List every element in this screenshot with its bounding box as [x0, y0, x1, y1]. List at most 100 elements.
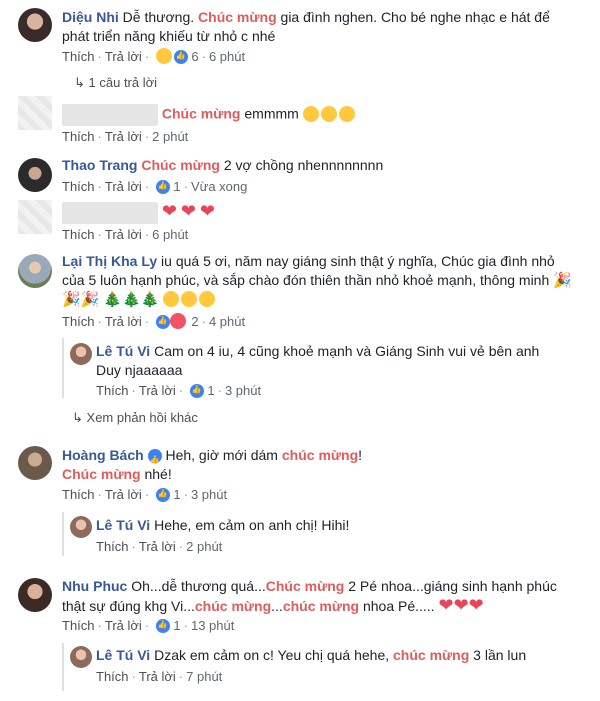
christmas-tree-emoji-icon: 🎄 [103, 291, 122, 308]
highlight-text[interactable]: chúc mừng [282, 447, 358, 463]
reply-link[interactable]: Trả lời [105, 227, 142, 242]
commenter-name[interactable]: Hoàng Bách [62, 447, 144, 463]
highlight-text[interactable]: Chúc mừng [198, 9, 277, 25]
highlight-text[interactable]: chúc mừng [195, 598, 271, 614]
reply-link[interactable]: Trả lời [105, 129, 142, 144]
reaction-count[interactable]: 1 [207, 383, 214, 398]
commenter-name[interactable]: Diệu Nhi [62, 9, 119, 25]
reply-actions: Thích · Trả lời · 7 phút [96, 669, 223, 684]
reply-link[interactable]: Trả lời [105, 179, 142, 194]
view-replies-link[interactable]: ↳ 1 câu trả lời [74, 75, 157, 91]
heart-emoji-icon: ❤ [199, 201, 215, 221]
reply-link[interactable]: Trả lời [105, 314, 142, 329]
reply-thread-line [62, 512, 64, 556]
reply-link[interactable]: Trả lời [105, 487, 142, 502]
reply-actions: Thích·Trả lời· 1·3 phút [96, 383, 261, 398]
reply-thread-line [62, 643, 64, 691]
commenter-name[interactable]: Lê Tú Vi [96, 647, 150, 663]
reply-arrow-icon: ↳ [72, 410, 83, 425]
kiss-emoji-icon [199, 291, 216, 307]
like-link[interactable]: Thích [62, 129, 95, 144]
avatar[interactable] [70, 516, 92, 538]
avatar-blurred[interactable] [18, 96, 52, 130]
like-reaction-icon[interactable] [155, 619, 170, 633]
haha-reaction-icon[interactable] [155, 48, 172, 64]
reply-link[interactable]: Trả lời [139, 669, 176, 684]
timestamp[interactable]: 7 phút [186, 669, 222, 684]
avatar[interactable] [18, 578, 52, 612]
highlight-text[interactable]: Chúc mừng [62, 466, 141, 482]
reaction-count[interactable]: 1 [173, 618, 180, 633]
avatar-blurred[interactable] [18, 200, 52, 234]
like-link[interactable]: Thích [96, 669, 129, 684]
timestamp[interactable]: 13 phút [191, 618, 234, 633]
comment-text: Heh, giờ mới dám [161, 447, 282, 463]
comment-actions: Thích·Trả lời· 1·13 phút [62, 618, 234, 633]
timestamp[interactable]: 4 phút [209, 314, 245, 329]
view-more-replies-link[interactable]: ↳ Xem phản hồi khác [72, 410, 198, 426]
like-reaction-icon[interactable] [155, 180, 170, 194]
reaction-count[interactable]: 1 [173, 179, 180, 194]
like-link[interactable]: Thích [62, 314, 95, 329]
like-link[interactable]: Thích [96, 383, 129, 398]
kiss-emoji-icon [181, 291, 198, 307]
comment-text: 2 Pé nhoa...giáng sinh hạnh phúc [344, 578, 557, 594]
heart-emoji-icon: ❤ [161, 201, 177, 221]
highlight-text[interactable]: chúc mừng [393, 647, 469, 663]
commenter-name[interactable]: Lại Thị Kha Ly [62, 253, 157, 269]
like-link[interactable]: Thích [62, 487, 95, 502]
reaction-count[interactable]: 1 [173, 487, 180, 502]
commenter-name[interactable]: Lê Tú Vi [96, 517, 150, 533]
reply-link[interactable]: Trả lời [105, 618, 142, 633]
comment-text: gia đình nghen. Cho bé nghe nhạc e hát đ… [276, 9, 550, 25]
love-reaction-icon[interactable] [169, 313, 186, 329]
highlight-text[interactable]: chúc mừng [283, 598, 359, 614]
timestamp[interactable]: 3 phút [191, 487, 227, 502]
commenter-name[interactable]: Nhu Phuc [62, 578, 127, 594]
commenter-name[interactable]: Lê Tú Vi [96, 343, 150, 359]
highlight-text[interactable]: Chúc mừng [141, 157, 220, 173]
like-link[interactable]: Thích [62, 179, 95, 194]
reply-link[interactable]: Trả lời [139, 539, 176, 554]
reply-link[interactable]: Trả lời [139, 383, 176, 398]
like-reaction-icon[interactable] [173, 50, 188, 64]
avatar[interactable] [18, 254, 52, 288]
timestamp[interactable]: 6 phút [209, 49, 245, 64]
christmas-tree-emoji-icon: 🎄 [121, 291, 141, 308]
avatar[interactable] [18, 446, 52, 480]
timestamp[interactable]: 6 phút [152, 227, 188, 242]
highlight-text[interactable]: Chúc mừng [266, 578, 345, 594]
heart-eyes-emoji-icon [302, 105, 319, 122]
commenter-name[interactable]: Thao Trang [62, 157, 137, 173]
timestamp[interactable]: Vừa xong [191, 179, 247, 194]
party-popper-emoji-icon: 🎉 [62, 291, 81, 308]
party-popper-emoji-icon: 🎉 [553, 272, 572, 289]
avatar[interactable] [70, 343, 92, 365]
heart-eyes-emoji-icon [320, 105, 337, 122]
avatar[interactable] [18, 8, 52, 42]
comment-actions: Thích·Trả lời· 1·3 phút [62, 487, 227, 502]
comment-actions: Thích·Trả lời· 1·Vừa xong [62, 179, 247, 194]
christmas-tree-emoji-icon: 🎄 [140, 291, 160, 308]
timestamp[interactable]: 3 phút [225, 383, 261, 398]
timestamp[interactable]: 2 phút [152, 129, 188, 144]
like-reaction-icon[interactable] [155, 488, 170, 502]
reply-link[interactable]: Trả lời [105, 49, 142, 64]
timestamp[interactable]: 2 phút [186, 539, 222, 554]
like-link[interactable]: Thích [62, 618, 95, 633]
like-link[interactable]: Thích [62, 49, 95, 64]
reaction-count[interactable]: 2 [191, 314, 198, 329]
like-link[interactable]: Thích [96, 539, 129, 554]
highlight-text[interactable]: Chúc mừng [162, 106, 241, 122]
reply-text: Dzak em cảm on c! Yeu chị quá hehe, [150, 647, 394, 663]
comment-text: emmmm [240, 105, 299, 122]
avatar[interactable] [18, 158, 52, 192]
like-reaction-icon[interactable] [189, 384, 204, 398]
like-reaction-icon[interactable] [155, 315, 170, 329]
avatar[interactable] [70, 646, 92, 668]
reply-text: 3 lần lun [469, 647, 527, 663]
comment-text-line2: phát triển năng khiếu từ nhỏ c nhé [62, 28, 276, 44]
blurred-name [62, 202, 158, 225]
like-link[interactable]: Thích [62, 227, 95, 242]
reaction-count[interactable]: 6 [191, 49, 198, 64]
